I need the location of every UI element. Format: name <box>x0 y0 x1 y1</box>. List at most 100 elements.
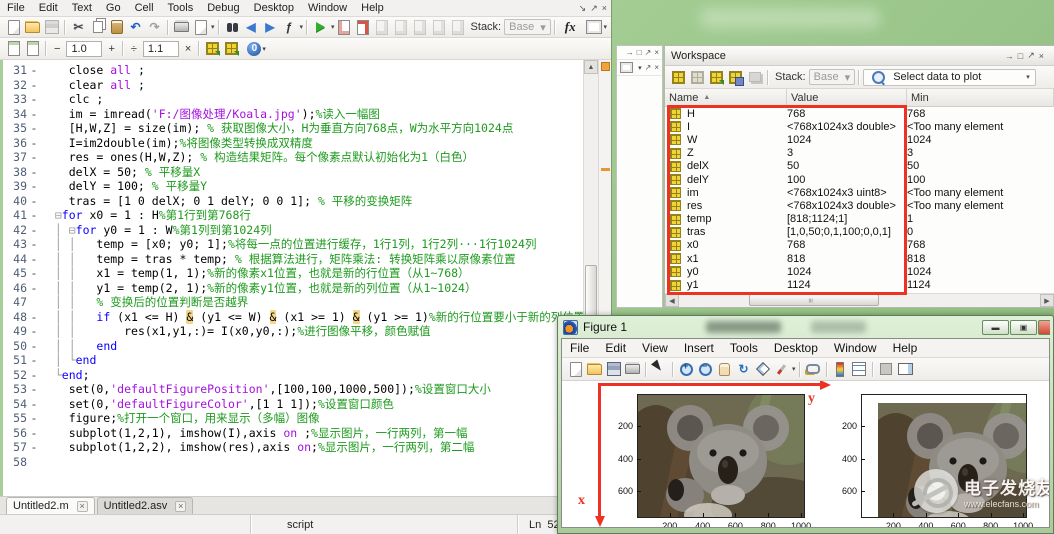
multiply-button[interactable]: × <box>181 43 195 55</box>
code-line-33[interactable]: 33- clc ; <box>3 92 583 107</box>
dropdown-caret-icon[interactable]: ▾ <box>211 23 215 31</box>
column-header-value[interactable]: Value <box>787 89 907 107</box>
menu-item-cell[interactable]: Cell <box>128 1 161 15</box>
divide-button[interactable]: ÷ <box>127 43 141 55</box>
code-line-49[interactable]: 49- │ │ res(x1,y1,:)= I(x0,y0,:);%进行图像平移… <box>3 324 583 339</box>
code-line-52[interactable]: 52- └end; <box>3 368 583 383</box>
close-file-icon[interactable] <box>355 19 372 36</box>
variable-row-delx[interactable]: delX5050 <box>665 160 1054 173</box>
executable-line-marker[interactable]: - <box>27 136 41 151</box>
variable-row-w[interactable]: W10241024 <box>665 133 1054 146</box>
menu-item-edit[interactable]: Edit <box>32 1 65 15</box>
close-tab-icon[interactable]: × <box>175 501 186 512</box>
code-line-47[interactable]: 47 │ │ % 变换后的位置判断是否越界 <box>3 295 583 310</box>
dropdown-caret-icon[interactable]: ▾ <box>792 365 796 373</box>
variable-row-y0[interactable]: y010241024 <box>665 265 1054 278</box>
window-control-icon[interactable]: → <box>1005 51 1014 61</box>
mlint-warning-icon[interactable] <box>601 62 610 71</box>
executable-line-marker[interactable]: - <box>27 223 41 238</box>
code-line-31[interactable]: 31- close all ; <box>3 63 583 78</box>
print-icon[interactable] <box>173 19 190 36</box>
zoom-value-field[interactable]: 1.0 <box>66 41 102 57</box>
window-control-icon[interactable]: □ <box>1018 51 1023 61</box>
cell-icon-4[interactable] <box>431 19 448 36</box>
column-header-min[interactable]: Min <box>907 89 1054 107</box>
scroll-right-arrow-icon[interactable]: ▶ <box>1040 294 1054 307</box>
figure-titlebar[interactable]: Figure 1 ▬ ▣ <box>561 316 1050 338</box>
window-control-icon[interactable]: ↗ <box>645 48 652 57</box>
close-tab-icon[interactable]: × <box>77 501 88 512</box>
rotate-3d-icon[interactable]: ↻ <box>735 361 752 378</box>
code-line-39[interactable]: 39- delY = 100; % 平移量Y <box>3 179 583 194</box>
executable-line-marker[interactable]: - <box>27 353 41 368</box>
window-control-icon[interactable]: ↗ <box>645 63 652 72</box>
scroll-left-arrow-icon[interactable]: ◀ <box>665 294 679 307</box>
executable-line-marker[interactable]: - <box>27 208 41 223</box>
open-icon[interactable] <box>586 361 603 378</box>
variable-row-dely[interactable]: delY100100 <box>665 173 1054 186</box>
mlint-marker[interactable] <box>601 168 610 171</box>
code-line-57[interactable]: 57- subplot(1,2,2), imshow(res),axis on;… <box>3 440 583 455</box>
menu-item-view[interactable]: View <box>634 340 676 356</box>
variable-row-tras[interactable]: tras[1,0,50;0,1,100;0,0,1]0 <box>665 226 1054 239</box>
window-control-icon[interactable]: × <box>654 63 659 72</box>
code-line-37[interactable]: 37- res = ones(H,W,Z); % 构造结果矩阵。每个像素点默认初… <box>3 150 583 165</box>
window-control-icon[interactable]: × <box>654 48 659 57</box>
menu-item-window[interactable]: Window <box>301 1 354 15</box>
color-swatch-icon[interactable] <box>620 62 633 73</box>
tab-untitled2-m[interactable]: Untitled2.m × <box>6 497 95 514</box>
run-icon[interactable] <box>312 19 329 36</box>
menu-item-tools[interactable]: Tools <box>161 1 201 15</box>
code-line-50[interactable]: 50- │ │ end <box>3 339 583 354</box>
variable-row-res[interactable]: res<768x1024x3 double><Too many element <box>665 199 1054 212</box>
executable-line-marker[interactable]: - <box>27 324 41 339</box>
menu-item-desktop[interactable]: Desktop <box>766 340 826 356</box>
executable-line-marker[interactable] <box>27 295 41 310</box>
hide-plot-tools-icon[interactable] <box>878 361 895 378</box>
paste-icon[interactable] <box>108 19 125 36</box>
eval-advance-icon[interactable] <box>223 40 240 57</box>
code-line-32[interactable]: 32- clear all ; <box>3 78 583 93</box>
window-control-icon[interactable]: × <box>602 3 607 13</box>
cell-icon-2[interactable] <box>393 19 410 36</box>
code-line-53[interactable]: 53- set(0,'defaultFigurePosition',[100,1… <box>3 382 583 397</box>
window-control-icon[interactable]: □ <box>637 48 642 57</box>
tab-untitled2-asv[interactable]: Untitled2.asv × <box>97 497 194 514</box>
menu-item-text[interactable]: Text <box>65 1 99 15</box>
copy-icon[interactable] <box>89 19 106 36</box>
executable-line-marker[interactable]: - <box>27 252 41 267</box>
executable-line-marker[interactable] <box>27 455 41 470</box>
select-data-to-plot-dropdown[interactable]: Select data to plot ▾ <box>863 69 1036 86</box>
new-figure-icon[interactable] <box>567 361 584 378</box>
maximize-button[interactable]: ▣ <box>1010 320 1037 335</box>
find-icon[interactable] <box>224 19 241 36</box>
fx-icon[interactable]: fx <box>565 19 576 35</box>
code-line-51[interactable]: 51- │ └end <box>3 353 583 368</box>
save-and-run-icon[interactable] <box>336 19 353 36</box>
menu-item-file[interactable]: File <box>562 340 597 356</box>
save-icon[interactable] <box>605 361 622 378</box>
link-plot-icon[interactable] <box>805 361 822 378</box>
code-line-36[interactable]: 36- I=im2double(im);%将图像类型转换成双精度 <box>3 136 583 151</box>
code-line-35[interactable]: 35- [H,W,Z] = size(im); % 获取图像大小，H为垂直方向7… <box>3 121 583 136</box>
stack-dropdown[interactable]: Base▾ <box>809 69 856 85</box>
zoom-in-icon[interactable] <box>678 361 695 378</box>
scroll-up-arrow-icon[interactable]: ▲ <box>584 60 598 74</box>
variable-row-x1[interactable]: x1818818 <box>665 252 1054 265</box>
go-forward-icon[interactable]: ▶ <box>262 19 279 36</box>
undo-icon[interactable]: ↶ <box>127 19 144 36</box>
code-lines[interactable]: 31- close all ;32- clear all ;33- clc ; 3… <box>3 63 583 469</box>
open-variable-icon[interactable] <box>689 69 706 86</box>
delete-variable-icon[interactable] <box>746 69 763 86</box>
edit-plot-icon[interactable] <box>651 361 668 378</box>
redo-icon[interactable]: ↷ <box>146 19 163 36</box>
menu-item-insert[interactable]: Insert <box>676 340 722 356</box>
pan-icon[interactable] <box>716 361 733 378</box>
column-header-name[interactable]: Name▲ <box>665 89 787 107</box>
executable-line-marker[interactable]: - <box>27 411 41 426</box>
variable-row-y1[interactable]: y111241124 <box>665 278 1054 291</box>
variable-row-z[interactable]: Z33 <box>665 147 1054 160</box>
cut-icon[interactable]: ✂ <box>70 19 87 36</box>
variable-row-x0[interactable]: x0768768 <box>665 239 1054 252</box>
import-data-icon[interactable] <box>708 69 725 86</box>
